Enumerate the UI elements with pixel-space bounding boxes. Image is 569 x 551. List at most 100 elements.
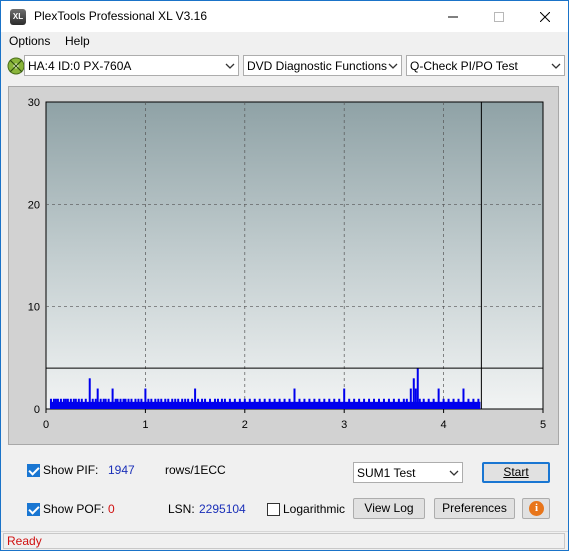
pif-bar [174,398,177,409]
sum-test-value: SUM1 Test [357,466,416,480]
pif-bar [80,398,83,409]
pif-bar [209,398,212,409]
pif-bar [171,398,174,409]
sum-test-select[interactable]: SUM1 Test [353,462,463,483]
pif-bar [122,398,125,409]
y-tick-label: 30 [28,97,40,109]
info-icon: i [529,501,544,516]
pif-bar [124,398,127,409]
pif-bar [318,398,321,409]
pif-bar [194,388,197,409]
status-text: Ready [7,534,42,548]
rows-label: rows/1ECC [165,463,226,477]
pif-bar [201,398,204,409]
x-tick-labels: 0 1 2 3 4 5 [43,409,546,431]
pif-bar [288,398,291,409]
pif-bar [64,398,67,409]
pif-bar [323,398,326,409]
pif-bar [96,388,99,409]
y-tick-label: 10 [28,302,40,314]
pif-bar [418,398,421,409]
pif-bar [54,398,57,409]
pif-bar [405,398,408,409]
pif-bar [412,378,415,409]
pif-bar [447,398,450,409]
pif-bar [397,398,400,409]
pif-bar [94,398,97,409]
start-button[interactable]: Start [482,462,550,483]
controls-panel: Show PIF: 1947 rows/1ECC Show POF: 0 LSN… [8,452,559,527]
pif-bar [442,398,445,409]
show-pif-label: Show PIF: [43,463,99,477]
logarithmic-checkbox[interactable] [267,503,280,516]
lsn-value: 2295104 [199,502,246,516]
pif-bar [387,398,390,409]
pif-bar [373,398,376,409]
pif-bar [164,398,167,409]
x-tick-label: 3 [341,419,347,431]
pif-bar [298,398,301,409]
view-log-label: View Log [364,501,414,515]
pif-bar [467,398,470,409]
x-tick-label: 4 [441,419,447,431]
pif-bar [409,388,412,409]
pif-bar [248,398,251,409]
status-bar: Ready [1,531,568,550]
x-tick-label: 2 [242,419,248,431]
pif-bar [308,398,311,409]
pif-bar [134,398,137,409]
lsn-label: LSN: [168,502,195,516]
pif-bar [228,398,231,409]
pif-bar [273,398,276,409]
pif-bar [358,398,361,409]
pif-bar [223,398,226,409]
pif-bar [233,398,236,409]
pif-bar [477,398,480,409]
pif-bar [427,398,430,409]
pif-bar [472,398,475,409]
pif-bar [437,388,440,409]
pif-bar [177,398,180,409]
pif-bar [220,398,223,409]
pif-bar [150,398,153,409]
pif-bar [278,398,281,409]
pif-chart: 0 1 2 3 4 5 0 10 20 30 [28,97,546,431]
pif-bar [303,398,306,409]
pif-bar [268,398,271,409]
pif-bar [243,398,246,409]
pif-bar [348,398,351,409]
pif-bar [216,398,219,409]
pif-bar [432,398,435,409]
pif-bar [313,398,316,409]
pif-value: 1947 [108,463,135,477]
view-log-button[interactable]: View Log [353,498,425,519]
pif-bar [102,398,105,409]
pif-bar [77,398,80,409]
show-pof-checkbox[interactable] [27,503,40,516]
pif-bar [62,398,65,409]
show-pif-checkbox[interactable] [27,464,40,477]
status-field [3,533,565,549]
pif-bar [187,398,190,409]
pif-bar [184,398,187,409]
pif-bar [343,388,346,409]
pif-bar [72,398,75,409]
pif-bar [238,398,241,409]
pif-bar [167,398,170,409]
pif-bar [416,368,419,409]
pif-bar [119,398,122,409]
pif-bar [157,398,160,409]
preferences-button[interactable]: Preferences [434,498,515,519]
pif-bar [328,398,331,409]
pif-bar [104,398,107,409]
pif-bar [59,398,62,409]
pif-bar [382,398,385,409]
main-window: XL PlexTools Professional XL V3.16 Optio… [0,0,569,551]
info-button[interactable]: i [522,498,550,519]
pif-bar [88,378,91,409]
x-tick-label: 1 [142,419,148,431]
pif-bar [213,398,216,409]
pif-bar [253,398,256,409]
pif-bar [160,398,163,409]
x-tick-label: 0 [43,419,49,431]
